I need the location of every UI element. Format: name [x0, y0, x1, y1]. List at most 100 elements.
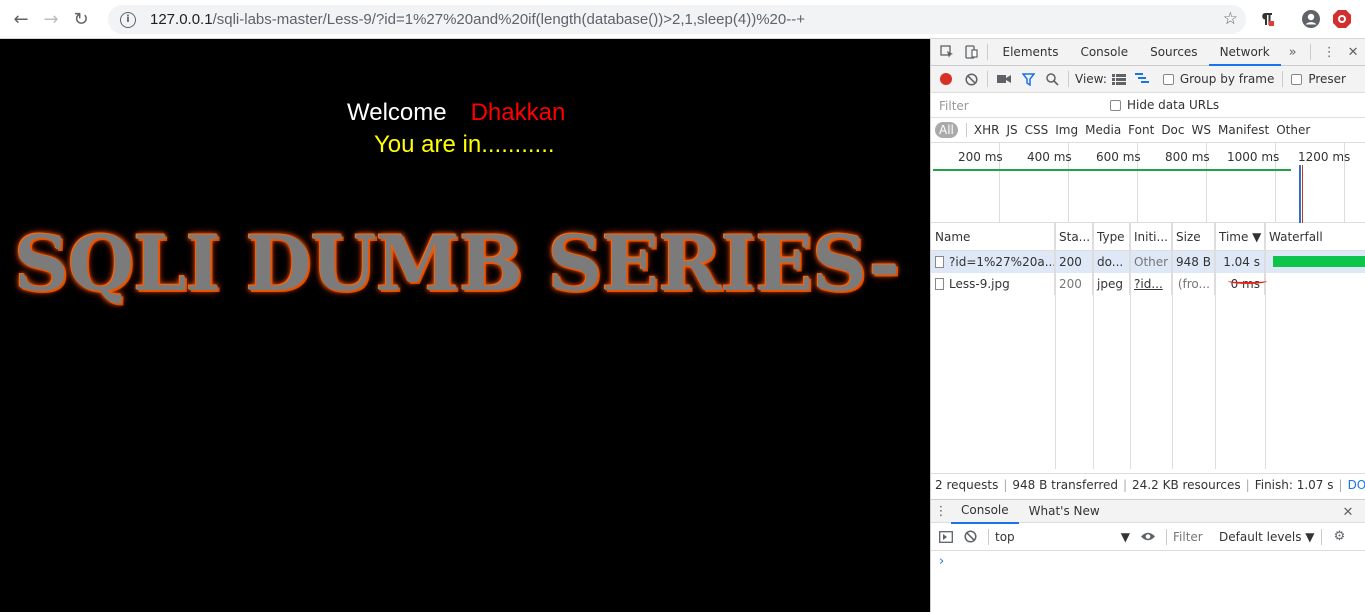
drawer-tab-console[interactable]: Console [951, 498, 1019, 524]
drawer-tab-whats-new[interactable]: What's New [1019, 499, 1110, 523]
live-expression-eye-icon[interactable] [1136, 523, 1160, 550]
group-by-frame-checkbox[interactable] [1162, 73, 1174, 85]
timeline-label: 1000 ms [1227, 150, 1280, 164]
toolbar-divider [1320, 528, 1322, 545]
column-divider [1215, 223, 1216, 469]
execution-context-value: top [995, 529, 1015, 544]
type-filter-img[interactable]: Img [1055, 123, 1078, 137]
search-icon[interactable] [1040, 66, 1064, 93]
column-header-size[interactable]: Size [1172, 223, 1215, 250]
console-prompt-chevron-icon[interactable]: › [939, 554, 944, 569]
column-header-time[interactable]: Time ▼ [1215, 223, 1265, 250]
tab-elements[interactable]: Elements [992, 39, 1070, 66]
network-filter-input[interactable]: Filter [935, 96, 1098, 114]
toolbar-divider [1068, 71, 1069, 87]
console-settings-gear-icon[interactable]: ⚙ [1328, 523, 1352, 550]
status-message: You are in........... [374, 131, 555, 158]
tab-sources[interactable]: Sources [1139, 39, 1208, 66]
request-name-cell[interactable]: Less-9.jpg [931, 273, 1055, 295]
filter-funnel-icon[interactable] [1016, 66, 1040, 93]
toolbar-divider [1282, 71, 1284, 87]
console-filter-input[interactable]: Filter [1173, 530, 1217, 544]
summary-separator: | [1245, 477, 1250, 492]
load-event-marker [1302, 165, 1303, 223]
type-filter-xhr[interactable]: XHR [974, 123, 1000, 137]
site-info-icon[interactable]: i [120, 11, 136, 28]
url-text[interactable]: 127.0.0.1/sqli-labs-master/Less-9/?id=1%… [150, 11, 805, 28]
page-viewport: Welcome Dhakkan You are in........... SQL… [0, 39, 930, 612]
address-bar[interactable]: i 127.0.0.1/sqli-labs-master/Less-9/?id=… [108, 5, 1246, 34]
timeline-label: 1200 ms [1298, 150, 1351, 164]
large-rows-icon[interactable] [1107, 66, 1131, 93]
network-filter-row: Filter Hide data URLs [931, 93, 1365, 118]
network-toolbar: View: Group by frame Preser [931, 66, 1365, 93]
type-filter-ws[interactable]: WS [1192, 123, 1211, 137]
timeline-label: 600 ms [1096, 150, 1141, 164]
pilcrow-extension-icon[interactable] [1256, 8, 1278, 30]
request-type: do... [1093, 251, 1130, 273]
more-tabs-chevron-icon[interactable]: » [1281, 39, 1305, 66]
back-arrow-icon[interactable]: ← [6, 4, 36, 34]
hide-data-urls-checkbox[interactable] [1110, 99, 1121, 111]
kebab-menu-icon[interactable]: ⋮ [1317, 39, 1341, 66]
inspect-element-icon[interactable] [935, 39, 959, 66]
column-header-type[interactable]: Type [1093, 223, 1130, 250]
console-sidebar-icon[interactable] [934, 523, 958, 550]
request-status: 200 [1055, 273, 1093, 295]
summary-separator: | [1338, 477, 1343, 492]
overview-waterfall-icon[interactable] [1131, 66, 1155, 93]
record-icon[interactable] [940, 73, 952, 85]
request-waterfall [1265, 273, 1365, 295]
column-header-status[interactable]: Sta... [1055, 223, 1093, 250]
table-row[interactable]: ?id=1%27%20a... 200 do... Other 948 B 1.… [931, 251, 1365, 273]
type-filter-all[interactable]: All [935, 122, 958, 138]
request-name-cell[interactable]: ?id=1%27%20a... [931, 251, 1055, 273]
image-file-icon [935, 278, 944, 290]
network-overview-timeline[interactable]: 200 ms 400 ms 600 ms 800 ms 1000 ms 1200… [931, 143, 1365, 223]
reload-icon[interactable]: ↻ [66, 4, 96, 34]
welcome-line: Welcome Dhakkan [347, 99, 565, 127]
column-header-waterfall[interactable]: Waterfall [1265, 223, 1365, 250]
extension-red-icon[interactable] [1331, 8, 1353, 30]
summary-finish: Finish: 1.07 s [1254, 477, 1334, 492]
hide-data-urls-label: Hide data URLs [1127, 98, 1220, 112]
screenshot-camera-icon[interactable] [992, 66, 1016, 93]
summary-separator: | [1003, 477, 1008, 492]
request-name: Less-9.jpg [949, 277, 1010, 291]
log-levels-select[interactable]: Default levels ▼ [1219, 530, 1315, 544]
table-row[interactable]: Less-9.jpg 200 jpeg ?id... (fro... 0 ms [931, 273, 1365, 295]
welcome-name: Dhakkan [470, 99, 566, 126]
console-toolbar: top ▼ Filter Default levels ▼ ⚙ [931, 523, 1365, 551]
bookmark-star-icon[interactable]: ☆ [1223, 9, 1238, 29]
clear-console-icon[interactable] [958, 523, 982, 550]
type-filter-media[interactable]: Media [1085, 123, 1121, 137]
url-host: 127.0.0.1 [150, 11, 213, 28]
type-filter-js[interactable]: JS [1006, 123, 1017, 137]
drawer-menu-icon[interactable]: ⋮ [931, 498, 951, 525]
execution-context-select[interactable]: top ▼ [995, 530, 1130, 544]
close-devtools-icon[interactable]: ✕ [1341, 39, 1365, 66]
close-drawer-icon[interactable]: ✕ [1336, 500, 1360, 524]
timeline-label: 800 ms [1165, 150, 1210, 164]
type-filter-doc[interactable]: Doc [1161, 123, 1184, 137]
profile-avatar-icon[interactable] [1300, 8, 1322, 30]
type-filter-other[interactable]: Other [1276, 123, 1310, 137]
type-filter-font[interactable]: Font [1128, 123, 1154, 137]
tab-console[interactable]: Console [1069, 39, 1139, 66]
request-initiator-link[interactable]: ?id... [1130, 273, 1172, 295]
clear-icon[interactable] [959, 66, 983, 93]
network-requests-table: Name Sta... Type Initi... Size Time ▼ Wa… [931, 223, 1365, 469]
column-header-initiator[interactable]: Initi... [1130, 223, 1172, 250]
tab-network[interactable]: Network [1208, 38, 1281, 66]
column-header-name[interactable]: Name [931, 223, 1055, 250]
preserve-log-checkbox[interactable] [1291, 73, 1303, 85]
document-file-icon [935, 256, 944, 268]
device-toolbar-icon[interactable] [959, 39, 983, 66]
request-waterfall [1265, 251, 1365, 273]
waterfall-bar [1273, 256, 1365, 267]
column-divider [1130, 223, 1131, 469]
forward-arrow-icon[interactable]: → [36, 4, 66, 34]
type-filter-manifest[interactable]: Manifest [1218, 123, 1269, 137]
type-filter-css[interactable]: CSS [1025, 123, 1049, 137]
column-divider [1055, 223, 1056, 469]
